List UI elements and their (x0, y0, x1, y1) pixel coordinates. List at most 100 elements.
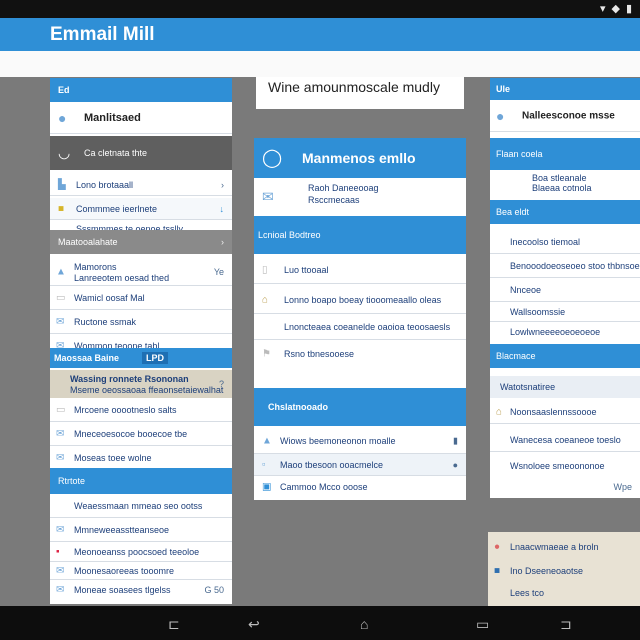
mail-icon: ✉ (56, 316, 65, 327)
flag-icon: ▪ (56, 546, 60, 557)
section1-label: Maatooalahate (58, 237, 118, 247)
list-item[interactable]: ▲ Mamorons Lanreeotem oesad thed Ye (50, 258, 232, 286)
chat-icon: ◯ (262, 147, 283, 168)
right-item[interactable]: Wsnoloee smeoononoe (490, 454, 640, 478)
top-note-card[interactable]: Wine amounmoscale mudly (256, 77, 464, 109)
right-panel: Ule ● Nalleesconoe msse Flaan coela Boa … (490, 78, 640, 498)
right-row[interactable]: Nnceoe (490, 278, 640, 302)
center-row-text: Luo ttooaal (284, 264, 329, 275)
toolbar-strip (0, 51, 640, 77)
list-item[interactable]: Weaessmaan mmeao seo ootss (50, 494, 232, 518)
left-panel-tab[interactable]: Ed (50, 78, 232, 102)
right-section2-label: Bea eldt (496, 207, 530, 217)
action-row[interactable]: ▫ Maoo tbesoon ooacmelce ● (254, 454, 466, 476)
right-row-text: Wallsoomssie (510, 306, 566, 317)
item-sub: Lanreeotem oesad thed (74, 273, 170, 283)
list-item[interactable]: ✉ Ructone ssmak (50, 310, 232, 334)
menu-icon[interactable]: ▭ (476, 616, 489, 633)
document-icon: ▯ (262, 264, 268, 275)
right-section-2: Bea eldt (490, 200, 640, 224)
item-title: Weaessmaan mmeao seo ootss (74, 500, 203, 511)
right-item[interactable]: ⌂ Noonsaaslennssoooe (490, 400, 640, 424)
mail-icon: ✉ (56, 524, 65, 535)
item-title: Moneae soasees tlgelss (74, 585, 171, 595)
item-meta: Ye (213, 266, 224, 277)
lock-icon: ▫ (262, 459, 266, 470)
center-section-1: Lcnioal Bodtreo (254, 216, 466, 254)
highlight-meta: ? (218, 379, 224, 389)
action-text: Cammoo Mcco ooose (280, 482, 368, 492)
right-panel-tab[interactable]: Ule (490, 78, 640, 100)
system-nav-bar: ⊏ ↩ ⌂ ▭ ⊐ (0, 606, 640, 640)
center-row-text: Rsno tbnesooese (284, 349, 355, 359)
highlight-header[interactable]: Maossaa Baine LPD (50, 348, 232, 368)
center-info[interactable]: ✉ Raoh Daneeooag Rsccmecaas (254, 178, 466, 216)
list-item[interactable]: ✉ Moonesaoreeas tooomre (50, 562, 232, 580)
compose-line: Lono brotaaall (76, 179, 134, 190)
list-item[interactable]: ▭ Wamicl oosaf Mal (50, 286, 232, 310)
center-row[interactable]: Lnoncteaea coeanelde oaoioa teoosaesls (254, 314, 466, 340)
compose-row[interactable]: ▙ Lono brotaaall › (50, 174, 232, 196)
list-item[interactable]: ✉ Mmneweeasstteanseoe (50, 518, 232, 542)
right-row[interactable]: Wallsoomssie (490, 302, 640, 322)
right-item-text: Wanecesa coeaneoe toeslo (510, 434, 621, 445)
center-row[interactable]: ⚑ Rsno tbnesooese (254, 340, 466, 368)
folder-icon: ◡ (58, 144, 71, 161)
item-title: Mneceoesocoe booecoe tbe (74, 428, 188, 439)
item-title: Mrcoene ooootneslo salts (74, 404, 177, 415)
recent-apps-icon[interactable]: ⊏ (168, 616, 180, 633)
compose-sub: Commmee ieerlnete (76, 203, 158, 214)
list-item[interactable]: ✉ Moseas toee wolne (50, 446, 232, 470)
center-row-text: Lnoncteaea coeanelde oaoioa teoosaesls (284, 321, 451, 332)
highlight-row[interactable]: Wassing ronnete Rsononan Mseme oeossaoaa… (50, 370, 232, 398)
bottom-row[interactable]: ● Lnaacwmaeae a broln (488, 536, 640, 558)
app-title: Emmail Mill (50, 24, 155, 45)
dot-icon: ● (452, 459, 458, 470)
person-icon: ▲ (56, 266, 66, 277)
center-panel: ◯ Manmenos emllo ✉ Raoh Daneeooag Rsccme… (254, 138, 466, 388)
action-row[interactable]: ▲ Wiows beemoneonon moalle ▮ (254, 428, 466, 454)
folder-yellow-icon: ■ (58, 203, 65, 214)
highlight-badge: LPD (142, 352, 168, 364)
right-account-row[interactable]: ● Nalleesconoe msse (490, 100, 640, 132)
bottom-row[interactable]: ■ Ino Dseeneoaotse (488, 560, 640, 582)
right-row[interactable]: Benooodoeoseoeo stoo thbnsoe (490, 254, 640, 278)
action-text: Maoo tbesoon ooacmelce (280, 459, 384, 470)
center-row[interactable]: ⌂ Lonno boapo boeay tiooomeaallo oleas (254, 286, 466, 314)
bottom-row[interactable]: Lees tco (488, 582, 640, 604)
mail-icon: ✉ (262, 188, 274, 205)
right-section4-label: Watotsnatiree (500, 382, 556, 392)
wifi-icon: ▾ (599, 3, 606, 15)
item-title: Meonoeanss poocsoed teeoloe (74, 546, 200, 557)
home-icon[interactable]: ⌂ (360, 616, 368, 632)
bottom-row-text: Lnaacwmaeae a broln (510, 542, 599, 552)
right-tag: Ule (496, 84, 511, 94)
center-row[interactable]: ▯ Luo ttooaal (254, 256, 466, 284)
back-icon[interactable]: ↩ (248, 616, 260, 633)
calendar-icon: ▣ (262, 481, 272, 493)
right-info[interactable]: Boa stleanale Blaeaa cotnola (490, 170, 640, 198)
section-header-2: Rtrtote (50, 468, 232, 494)
right-row[interactable]: Lowlwneeeeoeoeoeoe (490, 322, 640, 342)
right-row[interactable]: Inecoolso tiemoal (490, 230, 640, 254)
account-row[interactable]: ● Manlitsaed (50, 102, 232, 134)
screenshot-icon[interactable]: ⊐ (560, 616, 572, 633)
center-section2-label: Chslatnooado (268, 402, 328, 412)
list-item[interactable]: ▭ Mrcoene ooootneslo salts (50, 398, 232, 422)
folder-header[interactable]: ◡ Ca cletnata thte (50, 136, 232, 170)
home-icon: ⌂ (496, 406, 503, 417)
compose-sub-row[interactable]: ■ Commmee ieerlnete ↓ (50, 198, 232, 220)
list-item[interactable]: ✉ Moneae soasees tlgelss G 50 (50, 580, 232, 600)
list-item[interactable]: ✉ Mneceoesocoe booecoe tbe (50, 422, 232, 446)
right-row-text: Inecoolso tiemoal (510, 236, 581, 247)
avatar-icon: ● (496, 107, 505, 124)
person-icon: ▲ (262, 435, 272, 446)
action-row[interactable]: ▣ Cammoo Mcco ooose (254, 476, 466, 498)
right-account-name: Nalleesconoe msse (522, 110, 615, 121)
mail-icon: ✉ (56, 428, 65, 439)
list-item[interactable]: ▪ Meonoeanss poocsoed teeoloe (50, 542, 232, 562)
center-actions-panel: Chslatnooado ▲ Wiows beemoneonon moalle … (254, 388, 466, 500)
info-line-2: Rsccmecaas (308, 195, 360, 205)
right-item[interactable]: Wanecesa coeaneoe toeslo (490, 428, 640, 452)
center-header: ◯ Manmenos emllo (254, 138, 466, 178)
